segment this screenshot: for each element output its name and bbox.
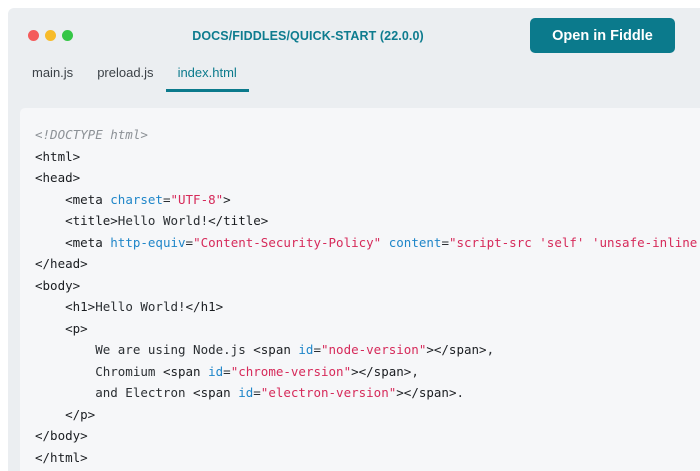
code-line: <title>Hello World!</title> bbox=[35, 210, 700, 232]
code-line: <meta http-equiv="Content-Security-Polic… bbox=[35, 232, 700, 254]
code-line: <h1>Hello World!</h1> bbox=[35, 296, 700, 318]
code-block: <!DOCTYPE html> <html> <head> <meta charse… bbox=[20, 108, 700, 468]
code-text: Hello World! bbox=[117, 213, 209, 228]
code-tag: </html> bbox=[35, 449, 88, 465]
code-tag: <meta bbox=[65, 191, 111, 207]
code-tag: </head> bbox=[35, 256, 88, 271]
code-line: </html> bbox=[35, 447, 700, 469]
code-tag: </body> bbox=[35, 428, 88, 443]
code-line: </body> bbox=[35, 425, 700, 447]
code-attribute: id bbox=[238, 385, 254, 400]
code-text: = bbox=[441, 234, 449, 250]
code-line: We are using Node.js <span id="node-vers… bbox=[35, 339, 700, 361]
code-tag: <head> bbox=[35, 170, 81, 185]
code-line: <html> bbox=[35, 146, 700, 168]
code-string: "chrome-version" bbox=[230, 363, 352, 379]
code-line: <meta charset="UTF-8"> bbox=[35, 189, 700, 211]
code-tag: <h1> bbox=[65, 299, 96, 314]
code-string: "script-src 'self' 'unsafe-inline';" bbox=[448, 234, 700, 250]
code-text: Hello World! bbox=[95, 299, 186, 314]
code-text: , bbox=[411, 363, 419, 379]
code-tag: </h1> bbox=[185, 299, 224, 314]
code-string: "electron-version" bbox=[260, 385, 397, 400]
code-text: and Electron bbox=[35, 385, 194, 400]
code-text: = bbox=[253, 385, 261, 400]
code-tag: <span bbox=[162, 363, 209, 379]
code-tag: <meta bbox=[65, 234, 111, 250]
code-tag: <body> bbox=[35, 277, 81, 293]
tab-preload-js[interactable]: preload.js bbox=[85, 64, 165, 92]
code-tag: <p> bbox=[65, 320, 88, 336]
code-attribute: http-equiv bbox=[110, 234, 186, 250]
code-text: , bbox=[486, 342, 495, 357]
code-line: Chromium <span id="chrome-version"></spa… bbox=[35, 361, 700, 383]
code-string: "UTF-8" bbox=[170, 191, 224, 207]
code-tag: ></span> bbox=[426, 342, 487, 357]
code-tag: <title> bbox=[65, 213, 118, 228]
code-attribute: content bbox=[388, 234, 442, 250]
code-string: "Content-Security-Policy" bbox=[193, 234, 382, 250]
code-tag: <span bbox=[253, 342, 299, 357]
code-tag: <span bbox=[193, 385, 239, 400]
code-text: . bbox=[456, 385, 465, 400]
code-text: Chromium bbox=[35, 363, 163, 379]
code-tag: </title> bbox=[208, 213, 269, 228]
code-line: </p> bbox=[35, 404, 700, 426]
file-tabs: main.js preload.js index.html bbox=[20, 64, 249, 92]
code-tag: ></span> bbox=[396, 385, 457, 400]
code-tag: > bbox=[223, 191, 231, 207]
code-attribute: charset bbox=[110, 191, 163, 207]
code-text: = bbox=[313, 342, 321, 357]
code-comment: <!DOCTYPE html> bbox=[35, 127, 148, 142]
code-tag: <html> bbox=[35, 148, 81, 164]
tab-index-html[interactable]: index.html bbox=[165, 64, 249, 92]
code-line: <body> bbox=[35, 275, 700, 297]
code-line: <p> bbox=[35, 318, 700, 340]
code-editor[interactable]: <!DOCTYPE html> <html> <head> <meta charse… bbox=[20, 108, 700, 471]
code-text: = bbox=[223, 363, 231, 379]
tab-main-js[interactable]: main.js bbox=[20, 64, 85, 92]
code-text: = bbox=[185, 234, 194, 250]
code-text: We are using Node.js bbox=[35, 342, 254, 357]
code-attribute: id bbox=[298, 342, 314, 357]
window-title: DOCS/FIDDLES/QUICK-START (22.0.0) bbox=[192, 29, 424, 43]
code-line: and Electron <span id="electron-version"… bbox=[35, 382, 700, 404]
fiddle-window: DOCS/FIDDLES/QUICK-START (22.0.0) Open i… bbox=[8, 8, 700, 471]
code-line: <head> bbox=[35, 167, 700, 189]
open-in-fiddle-button[interactable]: Open in Fiddle bbox=[530, 18, 675, 53]
code-line: <!DOCTYPE html> bbox=[35, 124, 700, 146]
code-line: </head> bbox=[35, 253, 700, 275]
code-attribute: id bbox=[208, 363, 224, 379]
code-tag: </p> bbox=[65, 406, 96, 422]
code-tag: ></span> bbox=[351, 363, 412, 379]
code-string: "node-version" bbox=[321, 342, 427, 357]
